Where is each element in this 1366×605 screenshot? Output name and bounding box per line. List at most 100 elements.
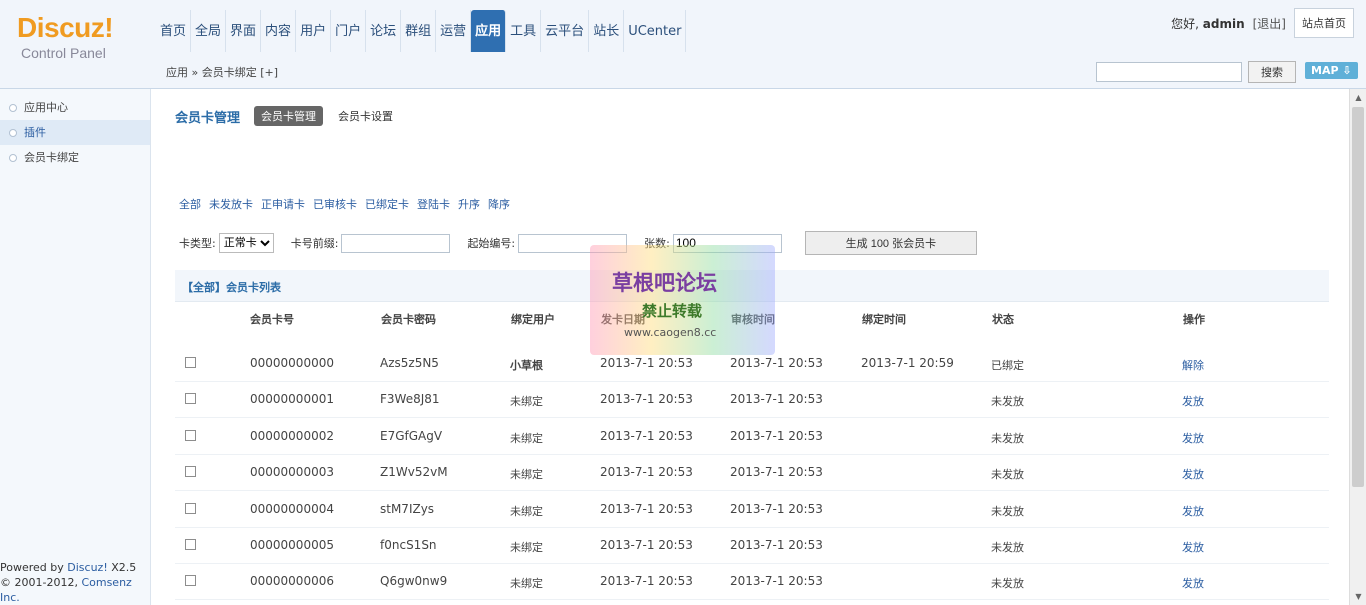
- row-action-link[interactable]: 发放: [1182, 539, 1204, 555]
- cell-user: 小草根: [510, 359, 543, 372]
- row-checkbox[interactable]: [185, 502, 196, 514]
- row-action-link[interactable]: 发放: [1182, 466, 1204, 482]
- cell-issue: 2013-7-1 20:53: [600, 538, 693, 552]
- nav-item[interactable]: 站长: [589, 10, 625, 52]
- nav-item[interactable]: 内容: [261, 10, 297, 52]
- nav-item[interactable]: 工具: [506, 10, 542, 52]
- nav-item[interactable]: 运营: [436, 10, 472, 52]
- search-input[interactable]: [1096, 62, 1242, 82]
- nav-item[interactable]: 门户: [331, 10, 367, 52]
- cell-review: 2013-7-1 20:53: [730, 392, 823, 407]
- filter-link[interactable]: 未发放卡: [209, 196, 253, 212]
- sidebar-item-label: 插件: [24, 126, 46, 139]
- circle-bullet-icon: [9, 129, 17, 137]
- cell-card: 00000000006: [250, 574, 334, 589]
- list-header: 【全部】会员卡列表: [175, 270, 1329, 302]
- row-action-link[interactable]: 发放: [1182, 393, 1204, 409]
- header-bar: Discuz! Control Panel 首页 全局 界面 内容 用户 门户 论坛 群组 运营…: [0, 0, 1366, 89]
- vertical-scrollbar[interactable]: ▲ ▼: [1349, 89, 1366, 605]
- nav-item[interactable]: 界面: [226, 10, 262, 52]
- nav-item[interactable]: 用户: [296, 10, 332, 52]
- generate-button[interactable]: 生成 100 张会员卡: [804, 231, 977, 255]
- cell-card: 00000000004: [250, 501, 334, 516]
- generate-form: 卡类型: 正常卡 卡号前缀: 起始编号: 张数: 生成 100 张会员卡: [179, 231, 977, 255]
- logout-link[interactable]: [退出]: [1253, 15, 1286, 32]
- prefix-input[interactable]: [341, 233, 451, 253]
- cell-issue: 2013-7-1 20:53: [600, 501, 693, 516]
- cell-user: 未绑定: [510, 577, 543, 591]
- cell-review: 2013-7-1 20:53: [730, 465, 823, 480]
- username: admin: [1202, 16, 1245, 31]
- cell-review: 2013-7-1 20:53: [730, 538, 823, 552]
- nav-item[interactable]: 论坛: [366, 10, 402, 52]
- scroll-thumb[interactable]: [1352, 107, 1364, 487]
- row-checkbox[interactable]: [185, 539, 196, 550]
- scroll-up-icon[interactable]: ▲: [1353, 92, 1364, 103]
- cell-user: 未绑定: [510, 431, 543, 445]
- cell-user: 未绑定: [510, 541, 543, 554]
- cell-password: f0ncS1Sn: [380, 538, 437, 552]
- table-row: 00000000003 Z1Wv52vM 未绑定 2013-7-1 20:53 2013…: [175, 454, 1329, 492]
- site-home-button[interactable]: 站点首页: [1294, 8, 1354, 38]
- filter-link[interactable]: 已审核卡: [313, 196, 357, 212]
- row-action-link[interactable]: 发放: [1182, 575, 1204, 591]
- nav-item[interactable]: 群组: [401, 10, 437, 52]
- cell-review: 2013-7-1 20:53: [730, 574, 823, 589]
- nav-item[interactable]: 全局: [191, 10, 227, 52]
- logo-brand: Discuz!: [17, 12, 114, 43]
- count-input[interactable]: [672, 233, 782, 253]
- cell-status: 未发放: [991, 541, 1024, 554]
- card-type-select[interactable]: 正常卡: [218, 233, 274, 253]
- column-header: 状态: [992, 313, 1014, 326]
- cell-password: E7GfGAgV: [380, 428, 443, 443]
- nav-item[interactable]: UCenter: [624, 10, 687, 52]
- cell-issue: 2013-7-1 20:53: [600, 428, 693, 443]
- row-checkbox[interactable]: [185, 575, 196, 587]
- row-checkbox[interactable]: [185, 429, 196, 441]
- cell-card: 00000000002: [250, 428, 334, 443]
- powered-by: Powered by Discuz! X2.5: [0, 561, 137, 574]
- row-action-link[interactable]: 发放: [1182, 430, 1204, 446]
- sidebar: 应用中心 插件 会员卡绑定 Powered by Discuz! X2.5 © …: [0, 89, 151, 605]
- start-number-input[interactable]: [518, 233, 628, 253]
- nav-item[interactable]: 云平台: [541, 10, 590, 52]
- discuz-logo[interactable]: Discuz! Control Panel: [17, 12, 114, 62]
- tab-card-management[interactable]: 会员卡管理: [254, 106, 324, 126]
- map-button[interactable]: MAP ⇩: [1305, 62, 1358, 79]
- circle-bullet-icon: [9, 154, 17, 162]
- row-checkbox[interactable]: [185, 357, 196, 368]
- scroll-down-icon[interactable]: ▼: [1353, 591, 1364, 602]
- cell-status: 未发放: [991, 395, 1024, 409]
- cell-card: 00000000001: [250, 392, 334, 407]
- tab-card-settings[interactable]: 会员卡设置: [331, 106, 400, 126]
- cell-review: 2013-7-1 20:53: [730, 428, 823, 443]
- filter-link[interactable]: 已绑定卡: [365, 196, 409, 212]
- search-button[interactable]: 搜索: [1248, 61, 1296, 83]
- cell-user: 未绑定: [510, 504, 543, 518]
- row-action-link[interactable]: 发放: [1182, 503, 1204, 519]
- count-label: 张数:: [644, 237, 670, 250]
- nav-item[interactable]: 应用: [471, 10, 507, 52]
- cell-status: 未发放: [991, 431, 1024, 445]
- row-checkbox[interactable]: [185, 466, 196, 478]
- cell-user: 未绑定: [510, 395, 543, 409]
- prefix-label: 卡号前缀:: [290, 237, 339, 250]
- filter-link[interactable]: 全部: [179, 196, 201, 212]
- filter-link[interactable]: 降序: [488, 196, 510, 212]
- filter-link[interactable]: 登陆卡: [417, 196, 450, 212]
- sidebar-item-plugins[interactable]: 插件: [0, 120, 150, 145]
- sidebar-item-app-center[interactable]: 应用中心: [0, 95, 150, 120]
- search-area: 搜索: [1096, 61, 1296, 83]
- row-action-link[interactable]: 解除: [1182, 357, 1204, 373]
- filter-link[interactable]: 升序: [458, 196, 480, 212]
- down-arrow-icon: ⇩: [1342, 64, 1352, 77]
- title-row: 会员卡管理 会员卡管理 会员卡设置: [175, 106, 400, 126]
- cell-password: Z1Wv52vM: [380, 465, 448, 480]
- table-row: 00000000004 stM7IZys 未绑定 2013-7-1 20:53 2013…: [175, 491, 1329, 528]
- column-header: 操作: [1183, 313, 1205, 326]
- row-checkbox[interactable]: [185, 393, 196, 405]
- cell-review: 2013-7-1 20:53: [730, 356, 823, 370]
- sidebar-item-card-binding[interactable]: 会员卡绑定: [0, 145, 150, 170]
- nav-item[interactable]: 首页: [156, 10, 192, 52]
- filter-link[interactable]: 正申请卡: [261, 196, 305, 212]
